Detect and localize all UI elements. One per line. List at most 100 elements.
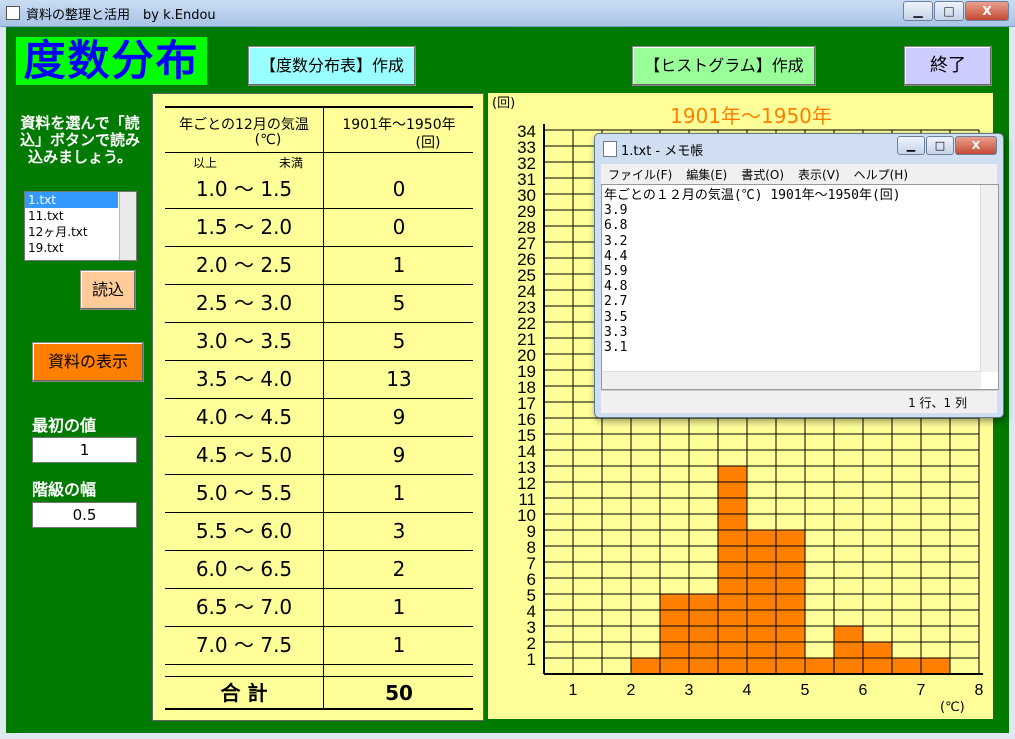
histogram-bar bbox=[718, 514, 747, 530]
histogram-bar bbox=[863, 642, 892, 658]
histogram-bar bbox=[718, 482, 747, 498]
histogram-bar bbox=[747, 578, 776, 594]
histogram-bar bbox=[660, 610, 689, 626]
notepad-maximize-button[interactable]: □ bbox=[926, 136, 954, 155]
minimize-button[interactable]: ▁ bbox=[903, 1, 933, 21]
y-axis-label: (回) bbox=[492, 96, 515, 111]
file-listbox[interactable]: 1.txt 11.txt 12ヶ月.txt 19.txt bbox=[24, 191, 137, 261]
file-item[interactable]: 1.txt bbox=[25, 192, 118, 208]
page-title: 度数分布 bbox=[16, 37, 207, 85]
window-titlebar: 資料の整理と活用 by k.Endou ▁ □ X bbox=[0, 0, 1015, 27]
close-button[interactable]: X bbox=[965, 1, 1009, 21]
lower-bound-label: 以上 bbox=[193, 156, 218, 170]
window-controls: ▁ □ X bbox=[903, 1, 1009, 21]
notepad-line: 6.8 bbox=[604, 218, 628, 234]
class-range: 6.5 〜 7.0 bbox=[195, 595, 293, 619]
histogram-bar bbox=[921, 658, 950, 674]
class-range: 4.0 〜 4.5 bbox=[195, 405, 293, 429]
make-table-button[interactable]: 【度数分布表】作成 bbox=[248, 46, 416, 86]
histogram-bar bbox=[660, 594, 689, 610]
class-count: 1 bbox=[392, 595, 406, 619]
window-title: 資料の整理と活用 by k.Endou bbox=[26, 8, 216, 23]
maximize-button[interactable]: □ bbox=[934, 1, 964, 21]
class-range: 3.5 〜 4.0 bbox=[195, 367, 293, 391]
histogram-bar bbox=[776, 546, 805, 562]
x-tick-label: 5 bbox=[801, 682, 810, 699]
histogram-bar bbox=[718, 530, 747, 546]
app-icon bbox=[6, 6, 20, 20]
table-rule bbox=[165, 676, 473, 677]
listbox-scrollbar[interactable] bbox=[119, 192, 136, 260]
histogram-bar bbox=[718, 546, 747, 562]
notepad-statusbar: 1 行、1 列 bbox=[601, 390, 997, 413]
notepad-close-button[interactable]: X bbox=[955, 136, 997, 155]
show-data-button[interactable]: 資料の表示 bbox=[32, 342, 144, 382]
file-item[interactable]: 11.txt bbox=[25, 208, 118, 224]
class-count: 9 bbox=[392, 405, 406, 429]
histogram-bar bbox=[631, 658, 660, 674]
y-tick-label: 34 bbox=[517, 122, 536, 141]
total-label: 合 計 bbox=[220, 681, 268, 705]
histogram-bar bbox=[776, 610, 805, 626]
histogram-bar bbox=[776, 658, 805, 674]
class-range: 2.0 〜 2.5 bbox=[195, 253, 293, 277]
x-tick-label: 4 bbox=[743, 682, 752, 699]
total-value: 50 bbox=[385, 681, 413, 705]
notepad-text-area[interactable]: 年ごとの１２月の気温(℃) 1901年～1950年(回) 3.9 6.8 3.2 4.4… bbox=[601, 184, 999, 390]
x-tick-label: 6 bbox=[859, 682, 868, 699]
quit-button[interactable]: 終了 bbox=[904, 46, 992, 86]
upper-bound-label: 未満 bbox=[279, 156, 304, 170]
class-count: 1 bbox=[392, 253, 406, 277]
class-range: 6.0 〜 6.5 bbox=[195, 557, 293, 581]
histogram-bar bbox=[660, 642, 689, 658]
x-axis-label: (℃) bbox=[940, 700, 965, 715]
menu-format[interactable]: 書式(O) bbox=[734, 164, 791, 184]
histogram-bar bbox=[660, 658, 689, 674]
table-rule bbox=[165, 152, 473, 153]
notepad-minimize-button[interactable]: ▁ bbox=[897, 136, 925, 155]
load-button[interactable]: 読込 bbox=[80, 270, 136, 310]
class-count: 0 bbox=[392, 215, 406, 239]
histogram-bar bbox=[747, 562, 776, 578]
histogram-bar bbox=[718, 498, 747, 514]
menu-file[interactable]: ファイル(F) bbox=[601, 164, 679, 184]
menu-edit[interactable]: 編集(E) bbox=[679, 164, 734, 184]
notepad-vertical-scrollbar[interactable] bbox=[980, 185, 998, 372]
notepad-horizontal-scrollbar[interactable] bbox=[602, 371, 981, 389]
notepad-line: 4.8 bbox=[604, 279, 628, 295]
menu-help[interactable]: ヘルプ(H) bbox=[847, 164, 915, 184]
histogram-bar bbox=[892, 658, 921, 674]
histogram-bar bbox=[718, 562, 747, 578]
class-range: 5.5 〜 6.0 bbox=[195, 519, 293, 543]
x-tick-label: 2 bbox=[627, 682, 636, 699]
class-count: 1 bbox=[392, 481, 406, 505]
class-count: 9 bbox=[392, 443, 406, 467]
class-count: 2 bbox=[392, 557, 406, 581]
histogram-bar bbox=[689, 642, 718, 658]
notepad-line: 3.9 bbox=[604, 203, 628, 219]
class-count: 3 bbox=[392, 519, 406, 543]
instruction-text: 資料を選んで「読込」ボタンで読み込みましょう。 bbox=[20, 114, 141, 166]
first-value-input[interactable]: 1 bbox=[32, 437, 137, 463]
file-item[interactable]: 19.txt bbox=[25, 240, 118, 256]
menu-view[interactable]: 表示(V) bbox=[791, 164, 847, 184]
histogram-bar bbox=[776, 642, 805, 658]
histogram-bar bbox=[689, 594, 718, 610]
class-count: 0 bbox=[392, 177, 406, 201]
table-rule bbox=[165, 664, 473, 665]
notepad-line: 3.2 bbox=[604, 233, 628, 249]
cursor-position: 1 行、1 列 bbox=[908, 396, 967, 410]
file-item[interactable]: 12ヶ月.txt bbox=[25, 224, 118, 240]
notepad-window: 1.txt - メモ帳 ▁ □ X ファイル(F) 編集(E) 書式(O) 表示… bbox=[594, 133, 1004, 418]
histogram-bar bbox=[718, 658, 747, 674]
notepad-line: 3.3 bbox=[604, 324, 628, 340]
class-range: 3.0 〜 3.5 bbox=[195, 329, 293, 353]
class-count: 5 bbox=[392, 329, 406, 353]
notepad-line: 2.7 bbox=[604, 294, 628, 310]
make-histogram-button[interactable]: 【ヒストグラム】作成 bbox=[632, 46, 816, 86]
histogram-bar bbox=[834, 642, 863, 658]
histogram-bar bbox=[689, 626, 718, 642]
histogram-bar bbox=[776, 530, 805, 546]
class-width-input[interactable]: 0.5 bbox=[32, 502, 137, 528]
histogram-bar bbox=[747, 530, 776, 546]
